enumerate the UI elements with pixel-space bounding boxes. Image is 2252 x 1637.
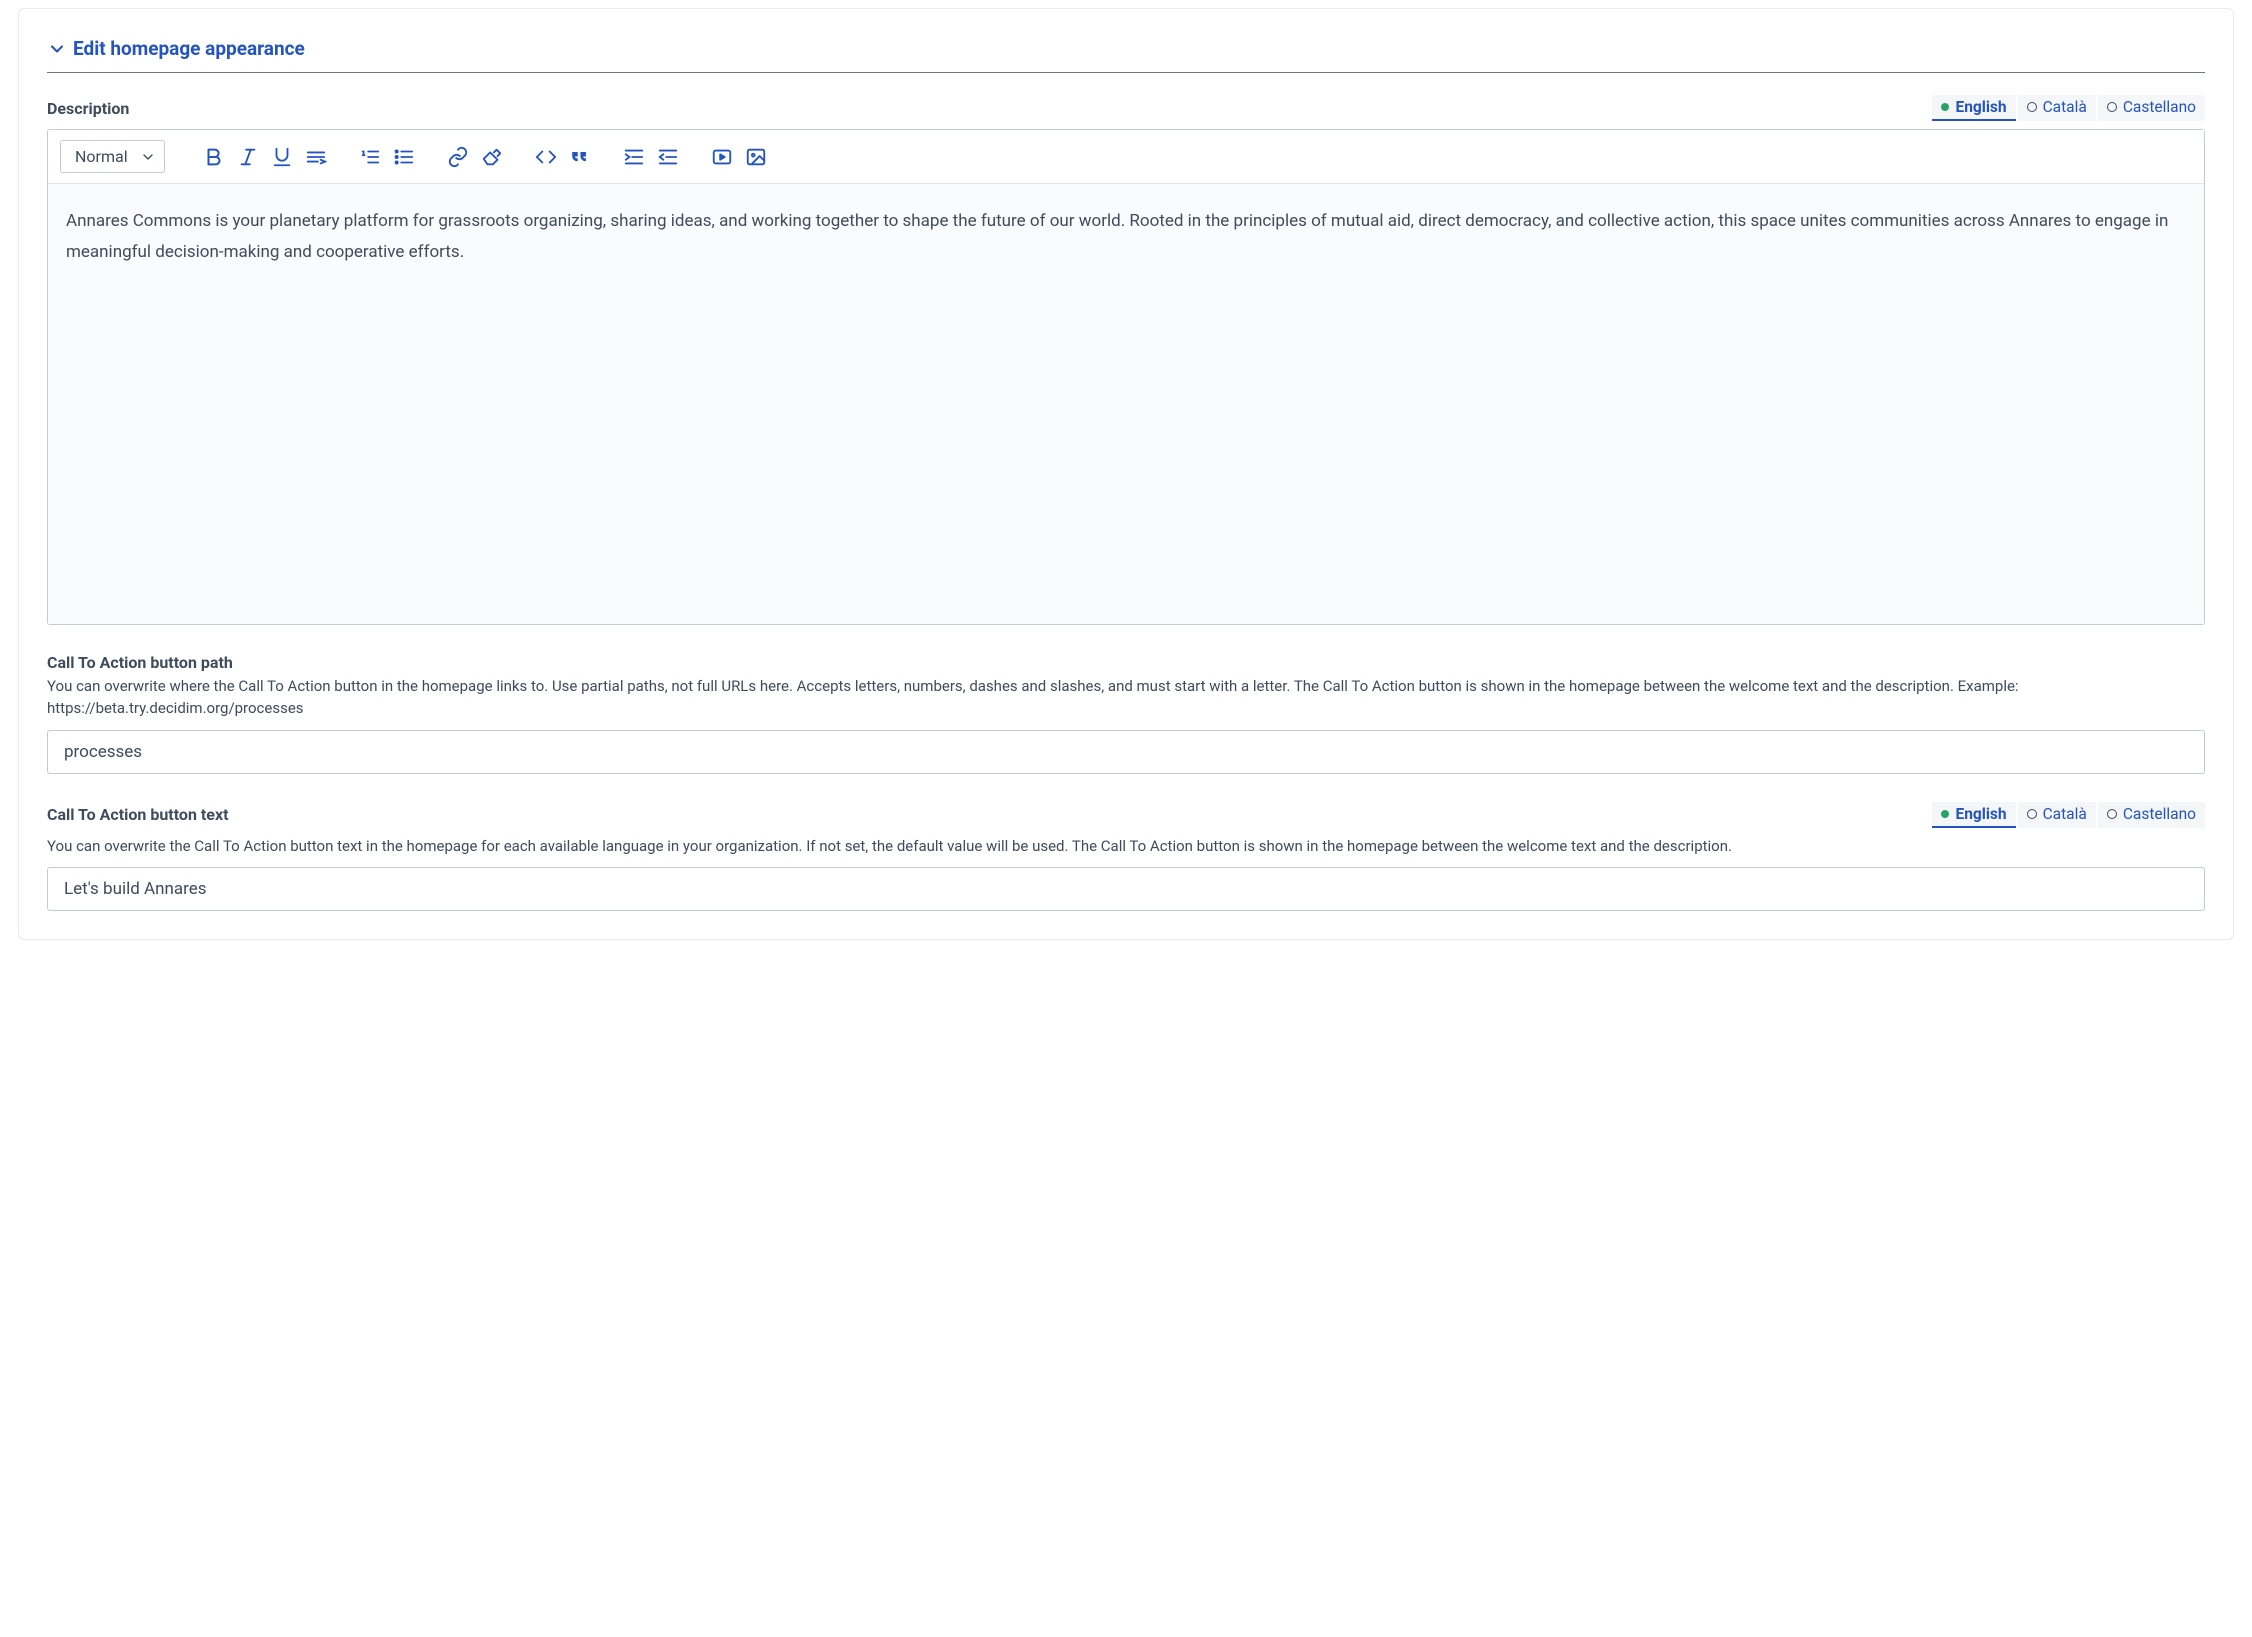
erase-button[interactable] [479,144,505,170]
cta-text-helper: You can overwrite the Call To Action but… [47,836,2205,858]
editor-textarea[interactable]: Annares Commons is your planetary platfo… [48,184,2204,624]
indent-icon [623,146,645,168]
cta-text-input[interactable] [47,867,2205,911]
description-label: Description [47,99,129,118]
link-button[interactable] [445,144,471,170]
empty-circle-icon [2107,809,2117,819]
image-button[interactable] [743,144,769,170]
lang-tab-label: Castellano [2123,98,2196,116]
status-dot-icon [1941,103,1949,111]
format-select[interactable]: Normal [60,140,165,173]
lang-tab-label: English [1955,805,2006,823]
cta-path-input[interactable] [47,730,2205,774]
lang-tab-label: Castellano [2123,805,2196,823]
strikethrough-button[interactable] [303,144,329,170]
cta-text-lang-tabs: English Català Castellano [1932,802,2205,828]
lang-tab-label: Català [2043,805,2087,823]
cta-path-helper: You can overwrite where the Call To Acti… [47,676,2205,720]
lang-tab-english[interactable]: English [1932,95,2015,121]
section-title: Edit homepage appearance [73,37,305,60]
description-lang-tabs: English Català Castellano [1932,95,2205,121]
quote-icon [569,146,591,168]
lang-tab-english[interactable]: English [1932,802,2015,828]
format-select-label: Normal [75,147,128,166]
collapse-toggle[interactable]: Edit homepage appearance [47,29,2205,72]
unordered-list-button[interactable] [391,144,417,170]
bold-button[interactable] [201,144,227,170]
quote-button[interactable] [567,144,593,170]
empty-circle-icon [2027,102,2037,112]
code-icon [535,146,557,168]
italic-button[interactable] [235,144,261,170]
lang-tab-catala[interactable]: Català [2018,802,2096,828]
lang-tab-label: Català [2043,98,2087,116]
code-button[interactable] [533,144,559,170]
rich-text-editor: Normal [47,129,2205,625]
unordered-list-icon [393,146,415,168]
description-block: Description English Català Castellano [47,95,2205,625]
editor-toolbar: Normal [48,130,2204,184]
bold-icon [203,146,225,168]
ordered-list-icon [359,146,381,168]
divider [47,72,2205,73]
ordered-list-button[interactable] [357,144,383,170]
cta-text-block: Call To Action button text English Catal… [47,802,2205,912]
indent-button[interactable] [621,144,647,170]
underline-button[interactable] [269,144,295,170]
lang-tab-label: English [1955,98,2006,116]
chevron-down-icon [140,149,156,165]
editor-content-text: Annares Commons is your planetary platfo… [66,206,2186,269]
cta-text-label: Call To Action button text [47,805,229,824]
settings-panel: Edit homepage appearance Description Eng… [18,8,2234,940]
lang-tab-castellano[interactable]: Castellano [2098,802,2205,828]
lang-tab-catala[interactable]: Català [2018,95,2096,121]
image-icon [745,146,767,168]
empty-circle-icon [2107,102,2117,112]
empty-circle-icon [2027,809,2037,819]
italic-icon [237,146,259,168]
video-button[interactable] [709,144,735,170]
outdent-button[interactable] [655,144,681,170]
chevron-down-icon [47,39,67,59]
cta-path-label: Call To Action button path [47,653,2205,672]
status-dot-icon [1941,810,1949,818]
video-icon [711,146,733,168]
outdent-icon [657,146,679,168]
erase-icon [481,146,503,168]
lang-tab-castellano[interactable]: Castellano [2098,95,2205,121]
underline-icon [271,146,293,168]
cta-path-block: Call To Action button path You can overw… [47,653,2205,774]
link-icon [447,146,469,168]
strikethrough-icon [305,146,327,168]
